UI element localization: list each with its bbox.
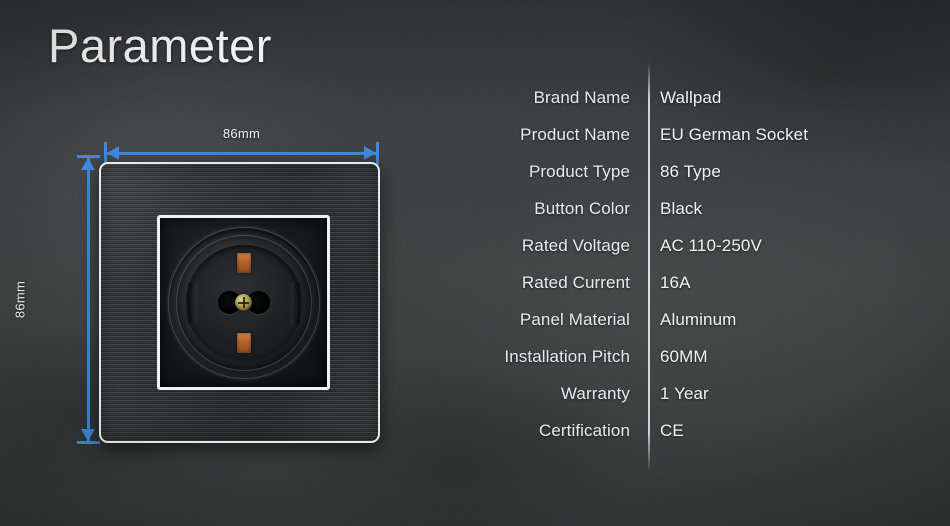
spec-row: Panel Material Aluminum <box>470 310 950 347</box>
socket-recess <box>168 227 319 378</box>
spec-row: Product Type 86 Type <box>470 162 950 199</box>
spec-value: 16A <box>660 273 691 292</box>
spec-row: Warranty 1 Year <box>470 384 950 421</box>
width-dimension-label: 86mm <box>222 126 261 141</box>
spec-row: Brand Name Wallpad <box>470 88 950 125</box>
spec-row-list: Brand Name Wallpad Product Name EU German S… <box>470 88 950 458</box>
spec-value: Black <box>660 199 703 218</box>
width-dimension-line <box>105 152 378 155</box>
spec-label: Certification <box>538 421 630 440</box>
spec-value: Aluminum <box>660 310 737 329</box>
spec-label: Product Type <box>528 162 630 181</box>
spec-label: Button Color <box>534 199 630 218</box>
earth-side-slot-left <box>187 281 197 324</box>
spec-value: CE <box>660 421 684 440</box>
width-dimension-cap-right <box>376 142 379 165</box>
spec-label: Product Name <box>520 125 630 144</box>
spec-row: Rated Current 16A <box>470 273 950 310</box>
spec-row: Product Name EU German Socket <box>470 125 950 162</box>
spec-row: Button Color Black <box>470 199 950 236</box>
spec-label: Rated Current <box>521 273 630 292</box>
socket-insert <box>157 215 330 390</box>
specification-table: Brand Name Wallpad Product Name EU German S… <box>470 0 950 526</box>
socket-faceplate <box>99 162 380 443</box>
spec-value: EU German Socket <box>660 125 809 144</box>
spec-value: AC 110-250V <box>660 236 762 255</box>
spec-value: Wallpad <box>660 88 722 107</box>
spec-label: Rated Voltage <box>521 236 630 255</box>
arrow-right-icon <box>364 146 376 160</box>
height-dimension-label: 86mm <box>12 280 28 319</box>
arrow-left-icon <box>107 146 119 160</box>
center-screw-icon <box>235 294 252 311</box>
spec-row: Certification CE <box>470 421 950 458</box>
earth-side-slot-right <box>290 281 300 324</box>
arrow-up-icon <box>81 158 95 170</box>
spec-row: Installation Pitch 60MM <box>470 347 950 384</box>
spec-row: Rated Voltage AC 110-250V <box>470 236 950 273</box>
spec-label: Brand Name <box>533 88 630 107</box>
spec-label: Panel Material <box>519 310 630 329</box>
earth-clip-top <box>236 252 251 273</box>
spec-value: 60MM <box>660 347 708 366</box>
earth-clip-bottom <box>236 332 251 353</box>
height-dimension-line <box>87 156 90 443</box>
socket-face <box>185 244 302 361</box>
spec-value: 1 Year <box>660 384 709 403</box>
height-dimension-cap-bottom <box>77 441 100 444</box>
product-illustration: 86mm 86mm <box>0 0 470 526</box>
spec-label: Installation Pitch <box>504 347 630 366</box>
spec-value: 86 Type <box>660 162 721 181</box>
spec-label: Warranty <box>560 384 630 403</box>
arrow-down-icon <box>81 429 95 441</box>
